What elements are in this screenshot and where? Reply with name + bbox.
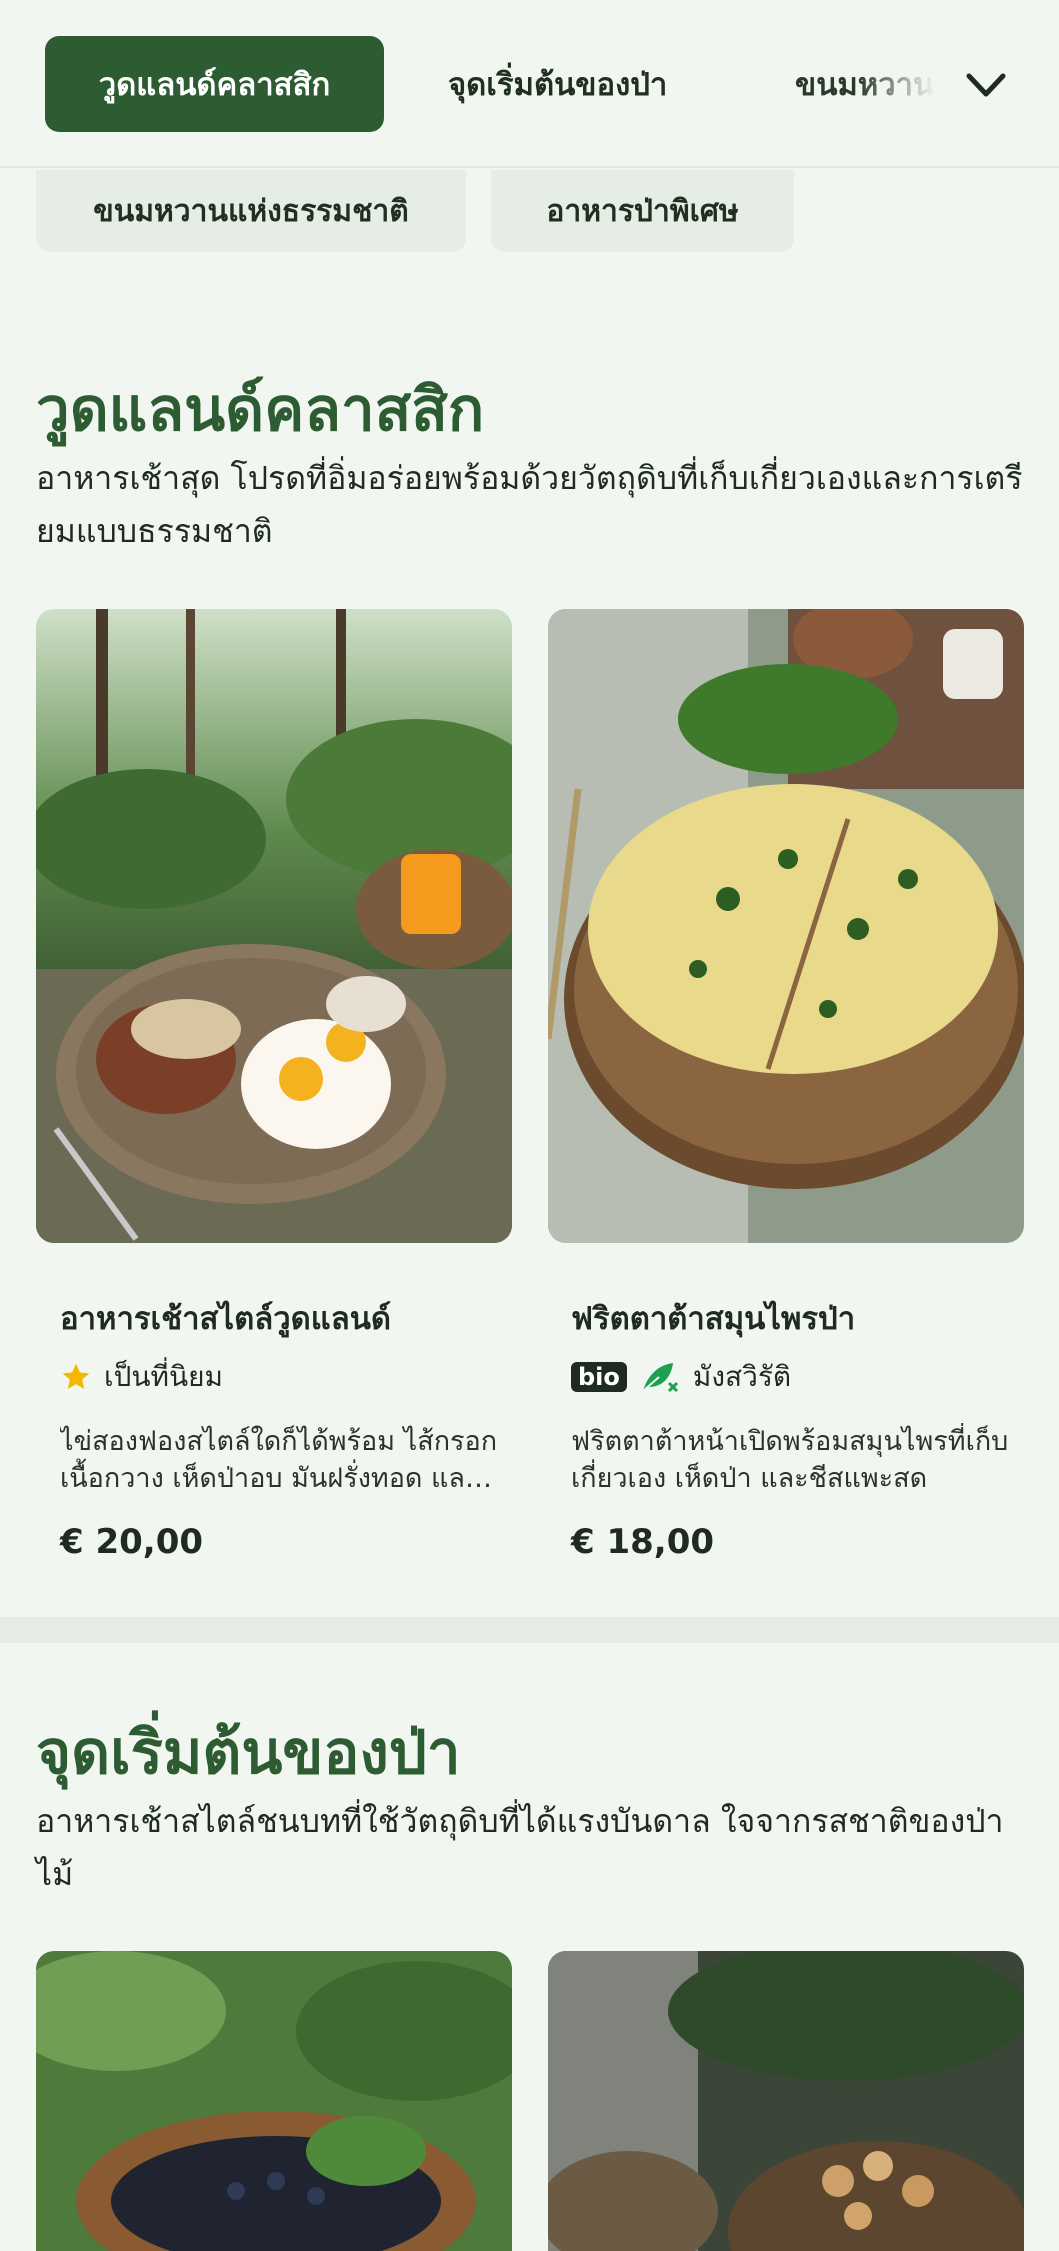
- item-name[interactable]: อาหารเช้าสไตล์วูดแลนด์: [60, 1293, 391, 1343]
- category-nav: วูดแลนด์คลาสสิก จุดเริ่มต้นของป่า ขนมหวา…: [0, 0, 1059, 168]
- item-description: ไข่สองฟองสไตล์ใดก็ได้พร้อม ไส้กรอกเนื้อก…: [60, 1426, 498, 1494]
- item-name[interactable]: ฟริตตาต้าสมุนไพรป่า: [571, 1293, 855, 1343]
- item-price: € 20,00: [60, 1522, 204, 1562]
- leaf-icon: [642, 1363, 678, 1393]
- item-price: € 18,00: [571, 1522, 715, 1562]
- breakfast-plate-image[interactable]: [36, 609, 512, 1243]
- item-tags: bio มังสวิรัติ: [571, 1355, 791, 1399]
- section-title: จุดเริ่มต้นของป่า: [36, 1718, 461, 1788]
- section-description: อาหารเช้าสไตล์ชนบทที่ใช้วัตถุดิบที่ได้แร…: [36, 1802, 1004, 1893]
- berries-bowl-image[interactable]: [36, 1951, 512, 2251]
- bio-badge: bio: [571, 1362, 627, 1392]
- tab-woodland-classic[interactable]: วูดแลนด์คลาสสิก: [45, 36, 384, 132]
- chip-nature-desserts[interactable]: ขนมหวานแห่งธรรมชาติ: [36, 170, 466, 252]
- mushroom-dish-image[interactable]: [548, 1951, 1024, 2251]
- star-icon: [62, 1363, 90, 1389]
- item-tags: เป็นที่นิยม: [60, 1355, 223, 1399]
- tab-forest-beginnings[interactable]: จุดเริ่มต้นของป่า: [448, 36, 667, 132]
- vegetarian-tag: มังสวิรัติ: [692, 1360, 792, 1393]
- item-description: ฟริตตาต้าหน้าเปิดพร้อมสมุนไพรที่เก็บเกี่…: [571, 1426, 1009, 1494]
- chip-special-forest-food[interactable]: อาหารป่าพิเศษ: [491, 170, 794, 252]
- tab-nature-desserts[interactable]: ขนมหวานแห่งธรรมชาติ: [795, 36, 935, 132]
- popular-tag: เป็นที่นิยม: [104, 1360, 223, 1393]
- section-divider: [0, 1617, 1059, 1643]
- frittata-image[interactable]: [548, 609, 1024, 1243]
- section-title: วูดแลนด์คลาสสิก: [36, 375, 485, 445]
- section-description: อาหารเช้าสุด โปรดที่อิ่มอร่อยพร้อมด้วยวั…: [36, 459, 1023, 550]
- chevron-down-icon[interactable]: [963, 62, 1009, 108]
